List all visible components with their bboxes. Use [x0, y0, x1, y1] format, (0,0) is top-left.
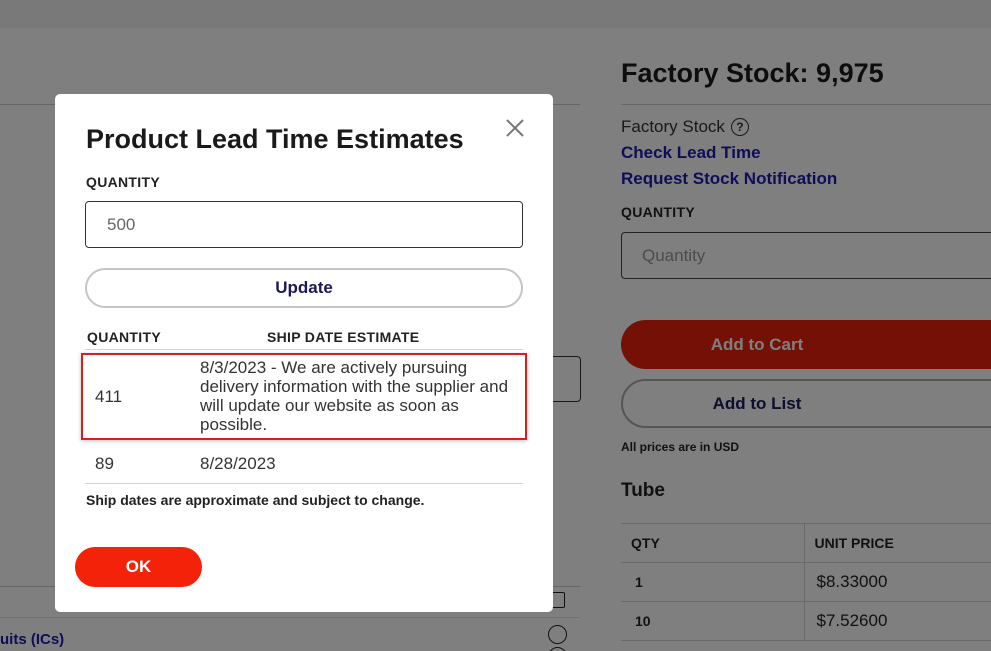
- ok-button[interactable]: OK: [75, 547, 202, 587]
- close-icon[interactable]: [503, 116, 527, 140]
- divider: [85, 483, 523, 484]
- quantity-column-header: QUANTITY: [87, 329, 161, 345]
- close-icon-glyph: [506, 119, 524, 137]
- quantity-label: QUANTITY: [86, 174, 160, 190]
- row-ship-date: 8/28/2023: [200, 454, 276, 473]
- row-quantity: 411: [95, 387, 123, 406]
- ship-date-column-header: SHIP DATE ESTIMATE: [267, 329, 420, 345]
- lead-time-modal: Product Lead Time Estimates QUANTITY Upd…: [55, 94, 553, 612]
- row-ship-date: 8/3/2023 - We are actively pursuing deli…: [200, 358, 509, 434]
- divider: [85, 349, 523, 350]
- modal-title: Product Lead Time Estimates: [86, 124, 464, 154]
- update-button[interactable]: Update: [85, 268, 523, 308]
- row-quantity: 89: [95, 454, 114, 473]
- disclaimer-text: Ship dates are approximate and subject t…: [86, 492, 425, 508]
- lead-time-quantity-input[interactable]: [85, 201, 523, 248]
